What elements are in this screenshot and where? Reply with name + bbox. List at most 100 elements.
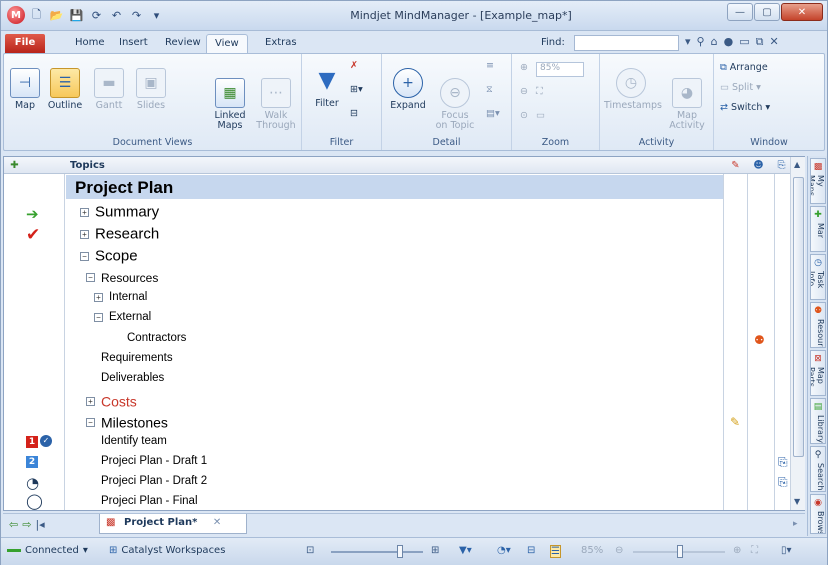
- redo-icon[interactable]: ↷: [128, 7, 145, 24]
- fit-map-icon[interactable]: ⛶: [536, 86, 543, 97]
- note-icon[interactable]: ✎: [730, 415, 740, 429]
- topic-scope[interactable]: − Scope: [80, 247, 138, 267]
- progress-quarter-icon[interactable]: ◔: [26, 474, 39, 492]
- detail-show-button[interactable]: ≡: [486, 60, 494, 71]
- side-tab-task-info[interactable]: ◷ Task Info: [810, 254, 826, 300]
- topic-internal[interactable]: + Internal: [94, 291, 147, 311]
- topic-summary[interactable]: + Summary: [80, 203, 159, 223]
- open-icon[interactable]: 📂: [48, 7, 65, 24]
- arrange-button[interactable]: ⧉ Arrange: [720, 62, 768, 73]
- collapse-icon[interactable]: −: [94, 312, 103, 322]
- zoom-slider-knob[interactable]: [677, 545, 683, 558]
- topic-view-icon[interactable]: ⊞: [431, 545, 439, 556]
- save-icon[interactable]: 💾: [68, 7, 85, 24]
- status-timer-icon[interactable]: ◔▾: [497, 545, 511, 556]
- panel-toggle-icon[interactable]: ▯▾: [781, 545, 792, 556]
- map-activity-button[interactable]: ◕ Map Activity: [664, 68, 710, 131]
- notes-column-icon[interactable]: ✎: [729, 159, 742, 172]
- customize-icon[interactable]: ▾: [148, 7, 165, 24]
- gantt-view-button[interactable]: ▬ Gantt: [90, 68, 128, 111]
- status-map-view-icon[interactable]: ⊟: [527, 545, 535, 556]
- resource-icon[interactable]: ⚉: [754, 333, 765, 347]
- timestamps-button[interactable]: ◷ Timestamps: [604, 68, 662, 111]
- detail-slider-track[interactable]: [331, 551, 423, 553]
- page-view-icon[interactable]: ⊡: [306, 545, 314, 556]
- clear-filter-button[interactable]: ✗: [350, 60, 358, 71]
- side-tab-markers[interactable]: ✚ Mar: [810, 206, 826, 252]
- zoom-reset-icon[interactable]: ⊙: [520, 110, 528, 121]
- side-tab-search[interactable]: ⚲ Search: [810, 446, 826, 492]
- new-icon[interactable]: 🗋: [28, 7, 45, 24]
- filter-options-button[interactable]: ⊞▾: [350, 84, 363, 95]
- topic-resources[interactable]: − Resources: [86, 270, 158, 290]
- attachment-icon[interactable]: ⎘: [778, 475, 788, 490]
- topic-final[interactable]: Projeci Plan - Final: [101, 495, 198, 515]
- status-outline-view-icon[interactable]: ☰: [550, 545, 561, 558]
- topic-external[interactable]: − External: [94, 311, 151, 331]
- tab-view[interactable]: View: [206, 34, 248, 53]
- progress-empty-icon[interactable]: ◯: [26, 492, 43, 510]
- task-complete-icon[interactable]: ✓: [40, 435, 52, 447]
- page-width-icon[interactable]: ▭: [536, 110, 545, 121]
- checkmark-icon[interactable]: ✔: [26, 225, 40, 245]
- undo-icon[interactable]: ↶: [108, 7, 125, 24]
- forward-icon[interactable]: ⇨: [22, 518, 31, 531]
- collapse-icon[interactable]: −: [86, 273, 95, 283]
- filter-tree-button[interactable]: ⊟: [350, 108, 358, 119]
- zoom-out-icon[interactable]: ⊖: [520, 86, 528, 97]
- tab-review[interactable]: Review: [157, 34, 209, 53]
- expand-icon[interactable]: +: [94, 292, 103, 302]
- slides-view-button[interactable]: ▣ Slides: [132, 68, 170, 111]
- expand-icon[interactable]: +: [86, 396, 95, 406]
- connection-status[interactable]: Connected ▾: [7, 545, 88, 556]
- tab-insert[interactable]: Insert: [111, 34, 156, 53]
- map-view-button[interactable]: ⊣ Map: [8, 68, 42, 111]
- restore-doc-icon[interactable]: ⧉: [756, 35, 764, 49]
- detail-slider-knob[interactable]: [397, 545, 403, 558]
- outline-view-button[interactable]: ☰ Outline: [46, 68, 84, 111]
- side-tab-library[interactable]: ▤ Library: [810, 398, 826, 444]
- linked-maps-button[interactable]: ▦ Linked Maps: [210, 68, 250, 131]
- close-tab-icon[interactable]: ✕: [213, 517, 221, 528]
- split-button[interactable]: ▭ Split ▾: [720, 82, 761, 93]
- help-icon[interactable]: ●: [724, 35, 734, 49]
- collapse-icon[interactable]: −: [80, 251, 89, 261]
- maximize-button[interactable]: ▢: [754, 3, 780, 21]
- topic-deliverables[interactable]: Deliverables: [101, 372, 164, 392]
- tab-scroll-right-icon[interactable]: ▸: [793, 519, 798, 529]
- arrow-right-icon[interactable]: ➔: [26, 205, 39, 223]
- binoculars-icon[interactable]: ⚲: [697, 35, 705, 49]
- minimize-button[interactable]: —: [727, 3, 753, 21]
- tab-file[interactable]: File: [5, 34, 45, 53]
- collapse-icon[interactable]: −: [86, 417, 95, 427]
- focus-on-topic-button[interactable]: ⊖ Focus on Topic: [432, 68, 478, 131]
- topics-column-header[interactable]: Topics: [70, 160, 105, 171]
- side-tab-browser[interactable]: ◉ Browser: [810, 494, 826, 534]
- close-doc-icon[interactable]: ✕: [769, 35, 778, 49]
- resources-column-icon[interactable]: ☻: [752, 159, 765, 172]
- close-button[interactable]: ✕: [781, 3, 823, 21]
- vertical-scrollbar[interactable]: ▲ ▼: [790, 157, 805, 510]
- topic-requirements[interactable]: Requirements: [101, 352, 173, 372]
- scroll-up-icon[interactable]: ▲: [794, 160, 800, 169]
- detail-more-button[interactable]: ▤▾: [486, 108, 500, 119]
- expand-icon[interactable]: +: [80, 207, 89, 217]
- document-tab[interactable]: ▩ Project Plan* ✕: [99, 514, 247, 534]
- topic-contractors[interactable]: Contractors: [127, 332, 186, 352]
- priority-1-icon[interactable]: 1: [26, 436, 38, 448]
- attachment-icon[interactable]: ⎘: [778, 455, 788, 470]
- scroll-thumb[interactable]: [793, 177, 804, 457]
- zoom-in-icon[interactable]: ⊕: [520, 62, 528, 73]
- tab-scroll-left-icon[interactable]: |◂: [35, 518, 44, 531]
- side-tab-my-maps[interactable]: ▩ My Maps: [810, 158, 826, 204]
- topic-milestones[interactable]: − Milestones: [86, 413, 168, 433]
- find-input[interactable]: [574, 35, 679, 51]
- redo-history-icon[interactable]: ⟳: [88, 7, 105, 24]
- app-logo-icon[interactable]: M: [7, 6, 25, 24]
- topic-draft-1[interactable]: Projeci Plan - Draft 1: [101, 455, 207, 475]
- side-tab-resources[interactable]: ⚉ Resources: [810, 302, 826, 348]
- topic-tree-icon[interactable]: ✚: [8, 159, 21, 172]
- home-icon[interactable]: ⌂: [711, 35, 718, 49]
- attachments-column-icon[interactable]: ⎘: [775, 159, 788, 172]
- expand-button[interactable]: + Expand: [388, 68, 428, 111]
